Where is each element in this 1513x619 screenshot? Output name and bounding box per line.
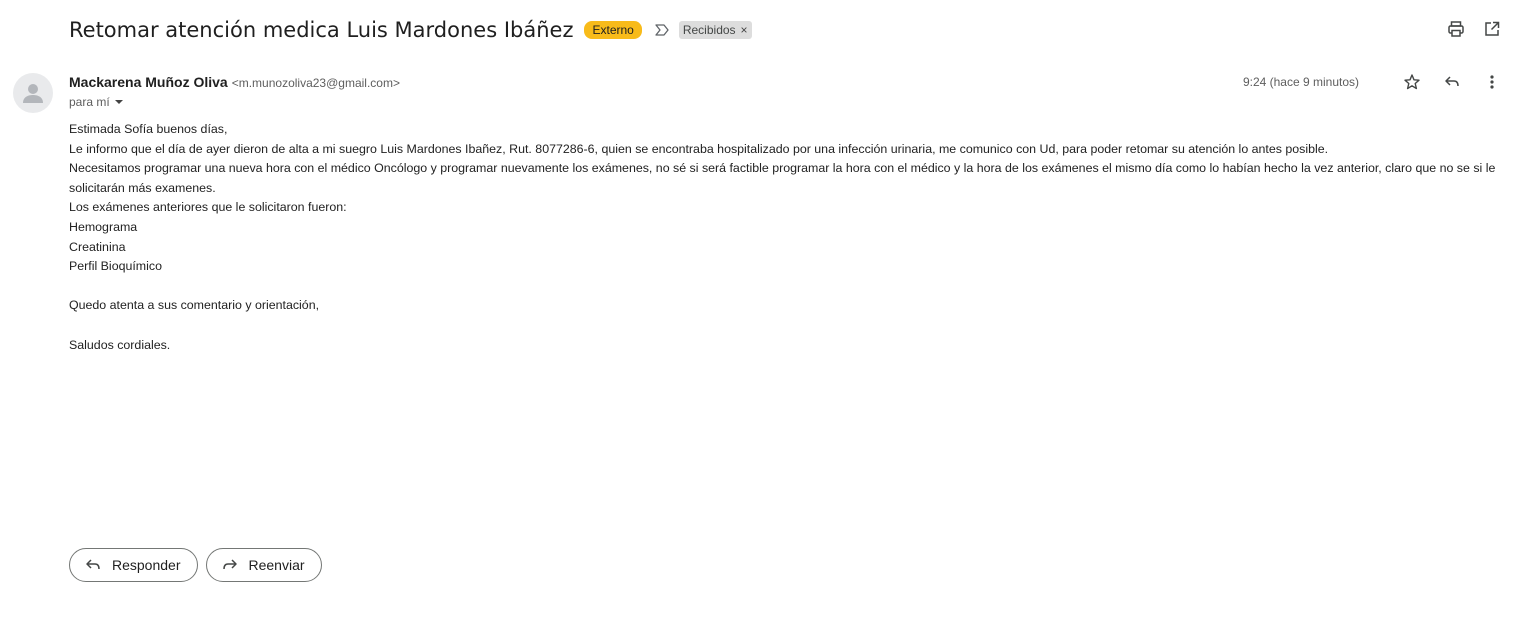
body-line: Saludos cordiales.	[69, 337, 171, 352]
remove-label-icon[interactable]: ×	[741, 23, 748, 37]
message-meta: 9:24 (hace 9 minutos)	[1243, 73, 1501, 91]
body-line: Hemograma	[69, 219, 138, 234]
more-vert-icon[interactable]	[1483, 73, 1501, 91]
external-badge: Externo	[584, 21, 642, 39]
body-line: Quedo atenta a sus comentario y orientac…	[69, 298, 320, 313]
print-icon[interactable]	[1447, 20, 1465, 38]
sender-email: <m.munozoliva23@gmail.com>	[231, 76, 400, 90]
sender-name[interactable]: Mackarena Muñoz Oliva	[69, 74, 228, 90]
email-subject: Retomar atención medica Luis Mardones Ib…	[69, 18, 574, 42]
forward-icon	[221, 556, 239, 574]
sender-avatar[interactable]	[13, 73, 53, 113]
body-line: Perfil Bioquímico	[69, 259, 162, 274]
body-line: Creatinina	[69, 239, 126, 254]
sender-row: Mackarena Muñoz Oliva <m.munozoliva23@gm…	[69, 74, 400, 90]
email-body: Estimada Sofía buenos días, Le informo q…	[69, 120, 1501, 355]
recipient-details[interactable]: para mí	[69, 95, 123, 109]
body-line: Le informo que el día de ayer dieron de …	[69, 141, 1329, 156]
reply-icon	[84, 556, 102, 574]
reply-icon[interactable]	[1443, 73, 1461, 91]
chevron-down-icon[interactable]	[114, 100, 123, 104]
top-actions	[1447, 20, 1501, 38]
reply-button[interactable]: Responder	[69, 548, 198, 582]
subject-row: Retomar atención medica Luis Mardones Ib…	[69, 14, 1513, 46]
forward-button-label: Reenviar	[248, 557, 305, 573]
body-line: Necesitamos programar una nueva hora con…	[69, 161, 1496, 195]
body-line: Los exámenes anteriores que le solicitar…	[69, 200, 347, 215]
reply-button-label: Responder	[112, 557, 181, 573]
star-icon[interactable]	[1403, 73, 1421, 91]
message-actions: Responder Reenviar	[69, 548, 322, 582]
body-line: Estimada Sofía buenos días,	[69, 122, 228, 136]
message-timestamp: 9:24 (hace 9 minutos)	[1242, 75, 1359, 89]
label-chip-text: Recibidos	[682, 23, 736, 37]
default-avatar-icon	[23, 84, 43, 103]
important-marker-icon[interactable]	[654, 22, 670, 38]
label-chip-recibidos[interactable]: Recibidos ×	[678, 21, 752, 39]
forward-button[interactable]: Reenviar	[205, 548, 322, 582]
recipient-label: para mí	[69, 95, 110, 109]
body-blank-line	[69, 277, 1501, 297]
body-blank-line	[69, 316, 1501, 336]
open-in-new-window-icon[interactable]	[1483, 20, 1501, 38]
